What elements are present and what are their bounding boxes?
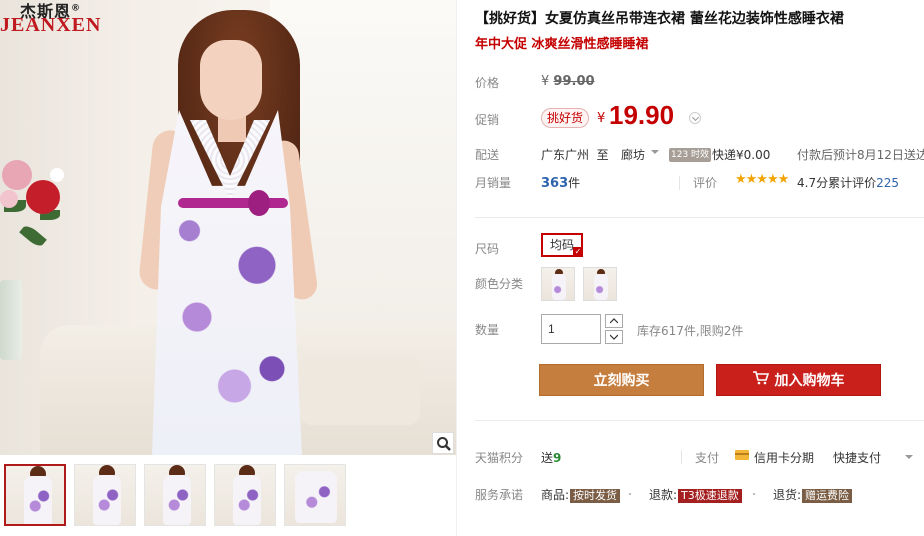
points-value: 送9 bbox=[541, 451, 562, 465]
service-refund[interactable]: 退款: T3极速退款 bbox=[649, 486, 742, 503]
rating-summary[interactable]: 4.7分累计评价225 bbox=[797, 174, 899, 191]
services-label: 服务承诺 bbox=[475, 488, 524, 502]
promo-price: 19.90 bbox=[609, 100, 675, 130]
zoom-icon[interactable] bbox=[432, 432, 454, 454]
thumbnail-4[interactable] bbox=[214, 464, 276, 526]
points-label: 天猫积分 bbox=[475, 451, 524, 465]
divider bbox=[681, 450, 682, 464]
price-label: 价格 bbox=[475, 76, 500, 90]
ship-from: 广东广州 至 bbox=[541, 148, 609, 162]
shipping-label: 配送 bbox=[475, 148, 500, 162]
ship-to-select[interactable]: 廊坊 bbox=[621, 146, 645, 163]
thumbnail-strip bbox=[0, 464, 456, 530]
divider bbox=[475, 420, 924, 421]
quick-pay-link[interactable]: 快捷支付 bbox=[833, 449, 881, 466]
product-gallery: 杰斯恩® JEANXEN bbox=[0, 0, 456, 536]
delivery-estimate: 付款后预计8月12日送达 bbox=[797, 148, 924, 162]
rating-stars: ★★★★★ bbox=[735, 172, 789, 187]
service-goods[interactable]: 商品: 按时发货 bbox=[541, 486, 621, 503]
promo-badge: 挑好货 bbox=[541, 108, 590, 128]
thumbnail-5[interactable] bbox=[284, 464, 346, 526]
color-swatch-1[interactable] bbox=[541, 267, 575, 301]
color-swatch-2[interactable] bbox=[583, 267, 617, 301]
cart-icon bbox=[752, 365, 769, 397]
divider bbox=[475, 217, 924, 218]
original-price: ¥ 99.00 bbox=[541, 74, 595, 89]
quantity-decrease-button[interactable] bbox=[605, 330, 623, 344]
selected-check-icon: ✓ bbox=[573, 247, 583, 257]
credit-card-icon bbox=[735, 450, 749, 460]
ship-to-chevron-icon[interactable] bbox=[651, 150, 659, 154]
main-product-image[interactable] bbox=[0, 0, 456, 455]
service-return[interactable]: 退货: 赠运费险 bbox=[773, 486, 853, 503]
monthly-sales: 363件 bbox=[541, 176, 581, 191]
promo-label: 促销 bbox=[475, 113, 500, 127]
price-box: 价格 ¥ 99.00 促销 挑好货 ¥ 19.90 配送 广东广州 至 廊坊 1… bbox=[457, 60, 924, 191]
promo-chevron-icon[interactable] bbox=[689, 112, 701, 124]
brand-logo: 杰斯恩® JEANXEN bbox=[0, 0, 110, 40]
sales-label: 月销量 bbox=[475, 176, 512, 190]
thumbnail-2[interactable] bbox=[74, 464, 136, 526]
product-title: 【挑好货】女夏仿真丝吊带连衣裙 蕾丝花边装饰性感睡衣裙 bbox=[475, 11, 844, 27]
stock-info: 库存617件,限购2件 bbox=[637, 324, 744, 338]
brand-logo-en: JEANXEN bbox=[0, 14, 102, 36]
color-label: 颜色分类 bbox=[475, 277, 524, 291]
payment-label: 支付 bbox=[695, 451, 720, 465]
thumbnail-3[interactable] bbox=[144, 464, 206, 526]
shipping-fee: 快递¥0.00 bbox=[712, 148, 771, 162]
product-subtitle: 年中大促 冰爽丝滑性感睡睡裙 bbox=[475, 37, 649, 52]
quantity-label: 数量 bbox=[475, 323, 500, 337]
quantity-increase-button[interactable] bbox=[605, 314, 623, 328]
size-label: 尺码 bbox=[475, 242, 500, 256]
add-to-cart-button[interactable]: 加入购物车 bbox=[716, 364, 881, 396]
buy-now-button[interactable]: 立刻购买 bbox=[539, 364, 704, 396]
promo-currency: ¥ bbox=[597, 111, 606, 126]
size-option[interactable]: 均码 ✓ bbox=[541, 233, 583, 257]
product-info-panel: 【挑好货】女夏仿真丝吊带连衣裙 蕾丝花边装饰性感睡衣裙 年中大促 冰爽丝滑性感睡… bbox=[456, 0, 924, 536]
payment-chevron-icon[interactable] bbox=[905, 455, 913, 459]
thumbnail-1[interactable] bbox=[4, 464, 66, 526]
divider bbox=[679, 176, 680, 190]
t3-badge: 123 时效 bbox=[669, 148, 712, 162]
quantity-input[interactable]: 1 bbox=[541, 314, 601, 344]
rating-label: 评价 bbox=[693, 176, 718, 190]
card-installment-link[interactable]: 信用卡分期 bbox=[754, 449, 814, 466]
